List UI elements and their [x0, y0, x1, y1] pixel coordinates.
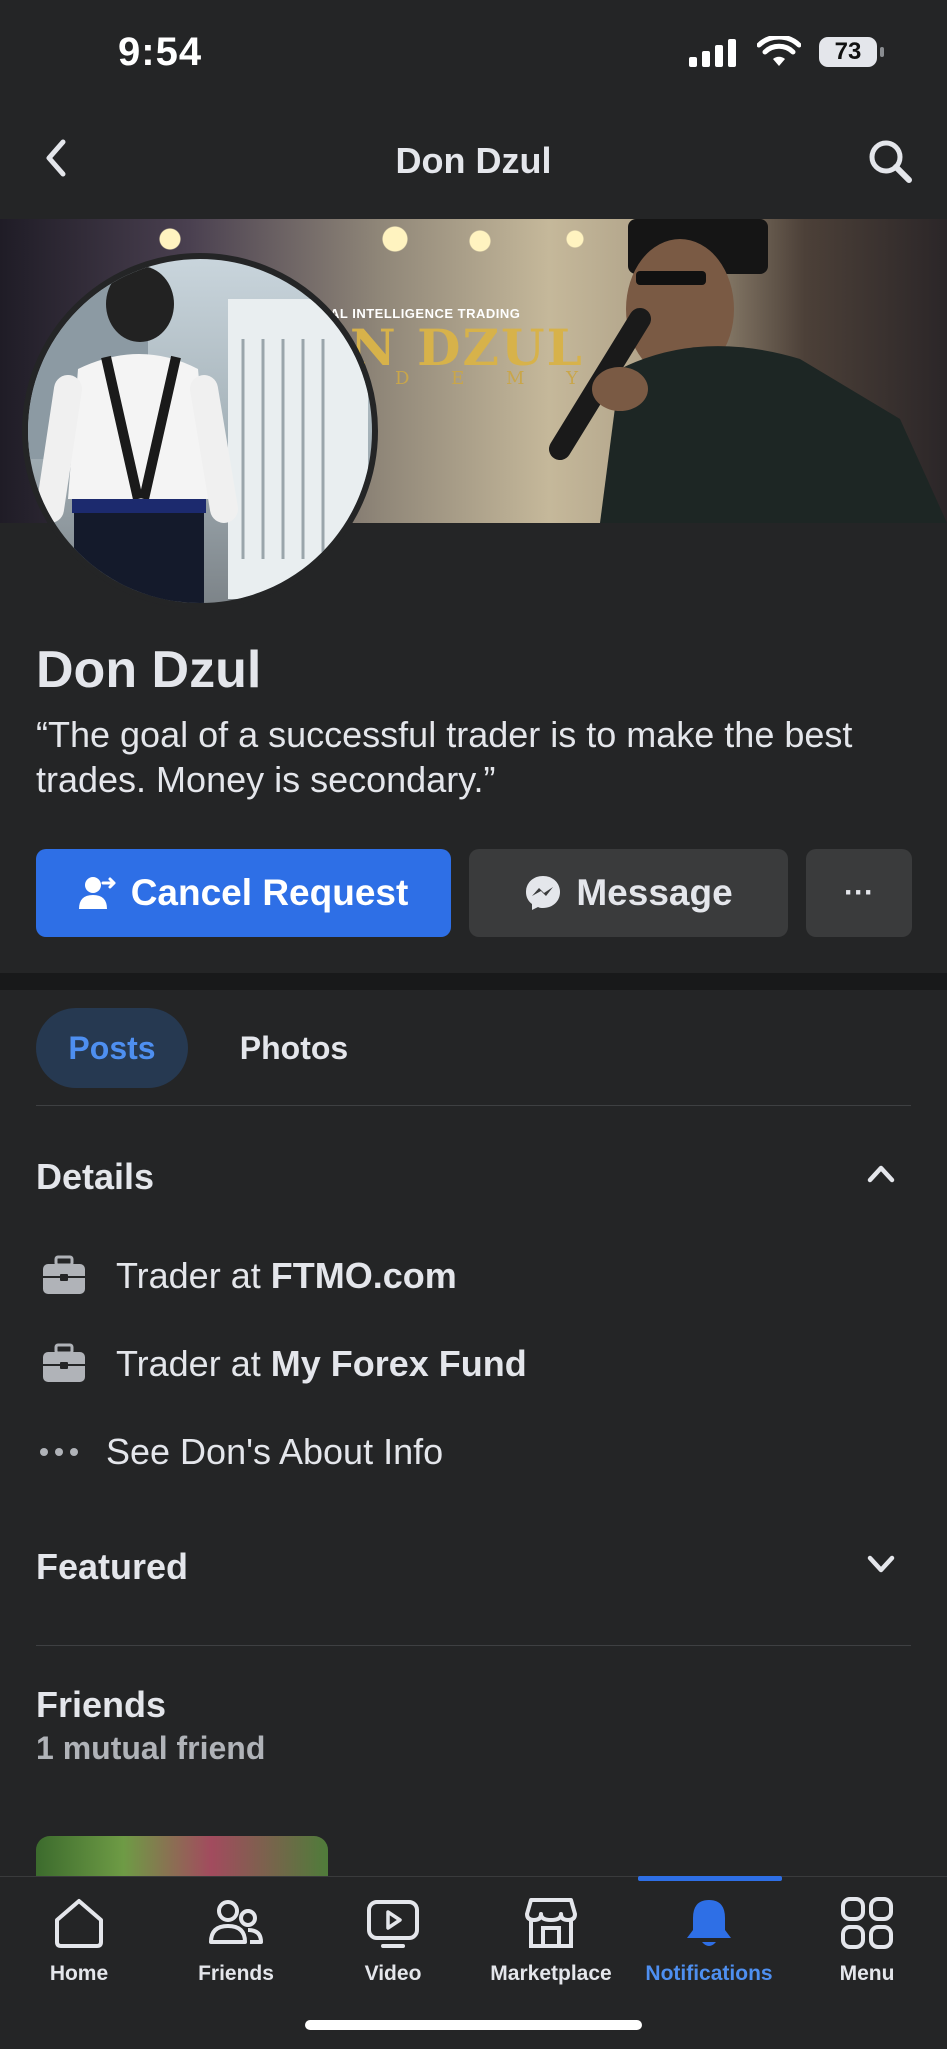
nav-menu[interactable]: Menu [788, 1896, 946, 1986]
nav-label: Friends [198, 1962, 274, 1985]
chevron-down-icon [867, 1555, 895, 1573]
search-icon [869, 140, 912, 183]
more-options-button[interactable]: ··· [806, 849, 912, 937]
menu-grid-icon [841, 1897, 893, 1949]
chevron-up-icon [867, 1165, 895, 1183]
profile-name: Don Dzul [36, 641, 262, 699]
see-about-info-link[interactable]: See Don's About Info [36, 1431, 443, 1473]
message-button[interactable]: Message [469, 849, 788, 937]
wifi-icon [757, 36, 801, 66]
home-icon [55, 1899, 103, 1948]
cancel-request-button[interactable]: Cancel Request [36, 849, 451, 937]
avatar-person-figure [28, 259, 368, 603]
nav-label: Marketplace [490, 1962, 612, 1985]
divider [36, 1105, 911, 1106]
nav-label: Video [364, 1962, 422, 1985]
featured-heading: Featured [36, 1546, 189, 1587]
tab-photos[interactable]: Photos [214, 1008, 374, 1088]
nav-label: Home [49, 1962, 109, 1985]
nav-label: Notifications [645, 1962, 773, 1985]
home-indicator[interactable] [305, 2020, 642, 2030]
friends-heading: Friends [36, 1684, 167, 1725]
briefcase-icon [36, 1343, 92, 1385]
friend-photo-thumbnail[interactable] [36, 1836, 328, 1876]
workplace-name[interactable]: My Forex Fund [271, 1343, 527, 1385]
nav-friends[interactable]: Friends [157, 1896, 315, 1986]
details-collapse-button[interactable] [866, 1160, 896, 1191]
nav-home[interactable]: Home [0, 1896, 158, 1986]
see-about-label: See Don's About Info [106, 1431, 444, 1472]
profile-bio: “The goal of a successful trader is to m… [36, 714, 853, 800]
detail-work-myforexfund: Trader at My Forex Fund [36, 1343, 527, 1385]
nav-label: Menu [839, 1962, 895, 1985]
friends-icon [209, 1900, 263, 1944]
nav-video[interactable]: Video [314, 1896, 472, 1986]
section-divider [0, 973, 947, 990]
page-title: Don Dzul [395, 140, 552, 181]
battery-indicator: 73 [819, 37, 884, 67]
workplace-name[interactable]: FTMO.com [271, 1255, 457, 1297]
message-label: Message [576, 872, 733, 913]
more-dots-icon: ··· [844, 876, 874, 909]
cellular-signal-icon [689, 39, 736, 67]
person-arrow-icon [78, 877, 116, 909]
detail-work-ftmo: Trader at FTMO.com [36, 1255, 457, 1297]
nav-notifications[interactable]: Notifications [630, 1896, 788, 1986]
video-icon [367, 1900, 419, 1948]
divider [36, 1645, 911, 1646]
active-tab-indicator [638, 1876, 782, 1881]
mutual-friends-count[interactable]: 1 mutual friend [36, 1730, 265, 1767]
more-dots-icon [36, 1447, 82, 1457]
detail-prefix: Trader at [116, 1343, 271, 1384]
briefcase-icon [36, 1255, 92, 1297]
cover-logo-subtext: D E M Y [395, 368, 597, 389]
tab-posts[interactable]: Posts [36, 1008, 188, 1088]
status-time: 9:54 [118, 30, 203, 74]
detail-prefix: Trader at [116, 1255, 271, 1296]
bell-icon [687, 1900, 731, 1946]
featured-expand-button[interactable] [866, 1550, 896, 1581]
details-heading: Details [36, 1156, 155, 1197]
status-icons: 73 [689, 36, 884, 68]
messenger-icon [526, 876, 561, 910]
nav-marketplace[interactable]: Marketplace [472, 1896, 630, 1986]
search-button[interactable] [863, 134, 917, 188]
profile-avatar[interactable] [22, 253, 378, 609]
marketplace-icon [525, 1898, 577, 1948]
cancel-request-label: Cancel Request [130, 872, 409, 913]
